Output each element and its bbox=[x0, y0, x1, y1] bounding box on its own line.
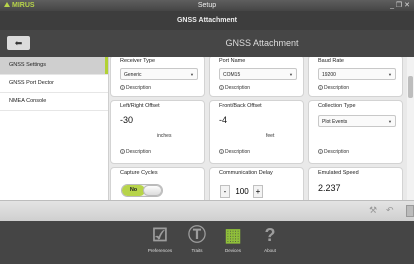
tab-about[interactable]: ? About bbox=[250, 223, 290, 253]
receiver-type-value: Generic bbox=[124, 72, 142, 78]
scrollbar-thumb[interactable] bbox=[408, 76, 413, 98]
fb-offset-unit: feet bbox=[266, 133, 275, 139]
capture-cycles-toggle[interactable]: No bbox=[121, 184, 163, 197]
lr-offset-label: Left/Right Offset bbox=[120, 103, 160, 109]
nav-title: GNSS Attachment bbox=[225, 38, 299, 48]
page-subtitle: GNSS Attachment bbox=[0, 11, 414, 30]
port-name-description[interactable]: i Description bbox=[219, 85, 250, 91]
info-icon: i bbox=[318, 85, 323, 91]
decrement-button[interactable]: - bbox=[220, 185, 230, 198]
lr-offset-input[interactable]: -30 bbox=[120, 115, 133, 125]
info-icon: i bbox=[219, 149, 224, 155]
collection-type-card: Collection Type Plot Events ▼ i Descriptio… bbox=[308, 100, 403, 164]
collection-type-select[interactable]: Plot Events ▼ bbox=[318, 115, 396, 127]
receiver-type-card: Receiver Type Generic ▼ i Description bbox=[110, 57, 205, 97]
baud-rate-select[interactable]: 19200 ▼ bbox=[318, 68, 396, 80]
tab-preferences[interactable]: ☑ Preferences bbox=[140, 223, 180, 253]
receiver-type-label: Receiver Type bbox=[120, 58, 156, 64]
title-bar: MIRUS Setup _ ❐ ✕ bbox=[0, 0, 414, 11]
info-icon: i bbox=[120, 149, 125, 155]
sidebar-item-gnss-settings[interactable]: GNSS Settings bbox=[0, 57, 108, 75]
baud-rate-card: Baud Rate 19200 ▼ i Description bbox=[308, 57, 403, 97]
collection-type-description[interactable]: i Description bbox=[318, 149, 349, 155]
collection-type-value: Plot Events bbox=[322, 119, 348, 125]
back-arrow-icon: ⬅ bbox=[14, 38, 23, 48]
info-icon: i bbox=[318, 149, 323, 155]
capture-cycles-label: Capture Cycles bbox=[120, 170, 158, 176]
port-name-card: Port Name COM15 ▼ i Description bbox=[209, 57, 304, 97]
fb-offset-label: Front/Back Offset bbox=[219, 103, 262, 109]
comm-delay-stepper: - 100 + bbox=[220, 185, 264, 198]
capture-cycles-card: Capture Cycles No bbox=[110, 167, 205, 200]
bottom-toolbar: ⚒ ↶ bbox=[0, 200, 414, 221]
tab-traits-label: Traits bbox=[191, 248, 203, 253]
port-name-label: Port Name bbox=[219, 58, 246, 64]
comm-delay-label: Communication Delay bbox=[219, 170, 273, 176]
receiver-type-select[interactable]: Generic ▼ bbox=[120, 68, 198, 80]
sidebar-item-nmea-console[interactable]: NMEA Console bbox=[0, 93, 108, 111]
emulated-speed-card: Emulated Speed 2.237 bbox=[308, 167, 403, 200]
emulated-speed-label: Emulated Speed bbox=[318, 170, 359, 176]
collection-type-label: Collection Type bbox=[318, 103, 356, 109]
tab-devices[interactable]: ▦ Devices bbox=[213, 223, 253, 253]
fb-offset-input[interactable]: -4 bbox=[219, 115, 227, 125]
tab-preferences-label: Preferences bbox=[147, 248, 173, 253]
port-name-select[interactable]: COM15 ▼ bbox=[219, 68, 297, 80]
fb-offset-description[interactable]: i Description bbox=[219, 149, 250, 155]
dropdown-arrow-icon: ▼ bbox=[388, 119, 392, 124]
comm-delay-card: Communication Delay - 100 + bbox=[209, 167, 304, 200]
bottom-tab-bar: ☑ Preferences Ⓣ Traits ▦ Devices ? About bbox=[0, 221, 414, 264]
toggle-knob bbox=[143, 185, 162, 196]
window-controls[interactable]: _ ❐ ✕ bbox=[390, 0, 410, 11]
sidebar: GNSS Settings GNSS Port Dector NMEA Cons… bbox=[0, 57, 109, 200]
lr-offset-description[interactable]: i Description bbox=[120, 149, 151, 155]
toggle-label: No bbox=[122, 185, 145, 196]
nav-bar: ⬅ GNSS Attachment bbox=[0, 30, 414, 57]
window-title: Setup bbox=[197, 2, 217, 9]
lr-offset-card: Left/Right Offset -30 inches i Descriptio… bbox=[110, 100, 205, 164]
emulated-speed-input[interactable]: 2.237 bbox=[318, 183, 341, 193]
dropdown-arrow-icon: ▼ bbox=[190, 72, 194, 77]
dropdown-arrow-icon: ▼ bbox=[388, 72, 392, 77]
baud-rate-value: 19200 bbox=[322, 72, 336, 78]
checkbox-icon: ☑ bbox=[151, 225, 169, 245]
info-icon: i bbox=[120, 85, 125, 91]
question-icon: ? bbox=[264, 225, 276, 245]
back-button[interactable]: ⬅ bbox=[7, 36, 30, 50]
traits-icon: Ⓣ bbox=[188, 225, 206, 245]
fb-offset-card: Front/Back Offset -4 feet i Description bbox=[209, 100, 304, 164]
wrench-icon[interactable]: ⚒ bbox=[369, 205, 377, 216]
lr-offset-unit: inches bbox=[157, 133, 172, 139]
dropdown-arrow-icon: ▼ bbox=[289, 72, 293, 77]
sidebar-item-gnss-port-dector[interactable]: GNSS Port Dector bbox=[0, 75, 108, 93]
settings-panel: Receiver Type Generic ▼ i Description Port… bbox=[110, 57, 406, 200]
tab-devices-label: Devices bbox=[224, 248, 241, 253]
vertical-scrollbar[interactable] bbox=[407, 57, 414, 200]
baud-rate-label: Baud Rate bbox=[318, 58, 344, 64]
increment-button[interactable]: + bbox=[253, 185, 263, 198]
comm-delay-value[interactable]: 100 bbox=[232, 185, 252, 198]
info-icon: i bbox=[219, 85, 224, 91]
port-name-value: COM15 bbox=[223, 72, 241, 78]
tab-traits[interactable]: Ⓣ Traits bbox=[177, 223, 217, 253]
device-icon: ▦ bbox=[224, 225, 242, 245]
baud-rate-description[interactable]: i Description bbox=[318, 85, 349, 91]
panel-icon[interactable] bbox=[406, 205, 414, 217]
tab-about-label: About bbox=[264, 248, 276, 253]
undo-icon[interactable]: ↶ bbox=[386, 205, 394, 216]
receiver-type-description[interactable]: i Description bbox=[120, 85, 151, 91]
